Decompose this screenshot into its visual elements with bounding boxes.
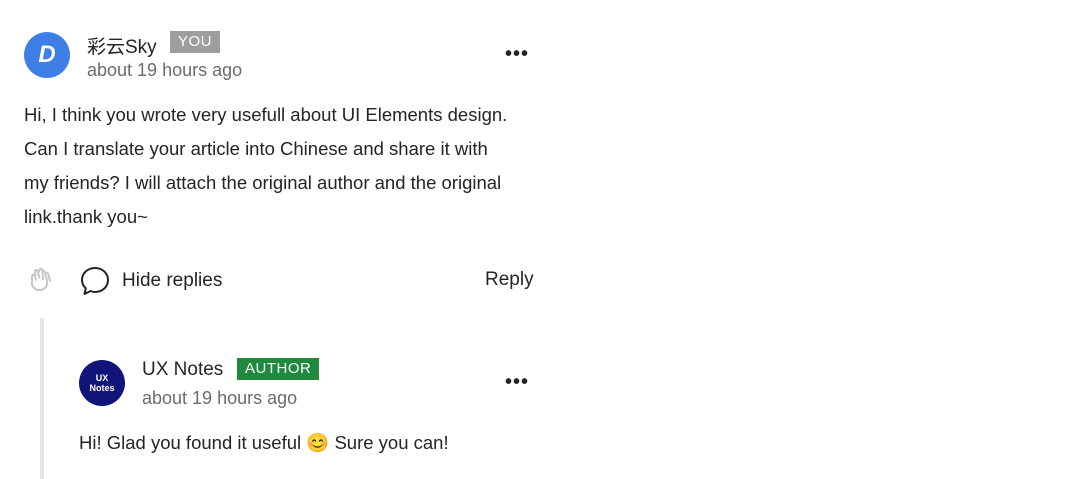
you-badge: YOU	[170, 31, 221, 53]
comment-author-name[interactable]: 彩云Sky	[87, 32, 157, 59]
reply-more-options-button[interactable]: •••	[505, 371, 529, 394]
comment-timestamp: about 19 hours ago	[87, 60, 243, 80]
comment-body: Hi, I think you wrote very usefull about…	[24, 98, 507, 234]
reply-author-name[interactable]: UX Notes	[142, 359, 223, 381]
reply-avatar-text: Notes	[89, 383, 115, 393]
reply-avatar-text: UX	[95, 373, 109, 383]
speech-bubble-icon[interactable]	[80, 266, 110, 296]
reply-body: Hi! Glad you found it useful 😊 Sure you …	[79, 432, 449, 453]
reply-button[interactable]: Reply	[485, 269, 534, 291]
avatar-letter: D	[38, 41, 56, 68]
clap-icon[interactable]	[25, 264, 55, 294]
comment-line: Can I translate your article into Chines…	[24, 138, 488, 159]
avatar[interactable]: D	[24, 32, 70, 78]
more-options-button[interactable]: •••	[505, 43, 529, 66]
hide-replies-button[interactable]: Hide replies	[122, 270, 222, 292]
author-badge: AUTHOR	[237, 358, 320, 380]
comment-line: link.thank you~	[24, 206, 148, 227]
reply-timestamp: about 19 hours ago	[142, 388, 298, 408]
reply-avatar[interactable]: UX Notes	[79, 360, 125, 406]
comment-line: my friends? I will attach the original a…	[24, 172, 502, 193]
thread-line	[40, 318, 44, 479]
comment-line: Hi, I think you wrote very usefull about…	[24, 104, 508, 125]
